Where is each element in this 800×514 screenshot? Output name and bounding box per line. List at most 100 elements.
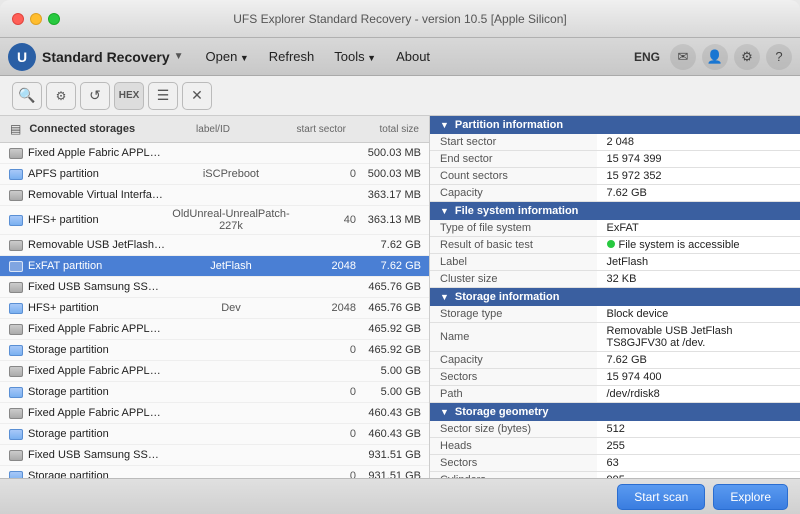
list-item[interactable]: Storage partition0931.51 GB bbox=[0, 466, 429, 478]
menu-about[interactable]: About bbox=[386, 45, 440, 68]
collapse-arrow: ▼ bbox=[440, 292, 449, 302]
item-sector: 0 bbox=[296, 344, 356, 356]
list-item[interactable]: Storage partition0465.92 GB bbox=[0, 340, 429, 361]
panel-header-title: Connected storages bbox=[29, 123, 140, 135]
list-item[interactable]: Fixed Apple Fabric APPLE SSD AP0512Q at … bbox=[0, 319, 429, 340]
item-size: 500.03 MB bbox=[356, 168, 421, 180]
row-value: ExFAT bbox=[597, 220, 800, 237]
info-table: Storage typeBlock deviceNameRemovable US… bbox=[430, 306, 800, 403]
logo-letter: U bbox=[17, 49, 27, 65]
explore-button[interactable]: Explore bbox=[713, 484, 788, 510]
section-header[interactable]: ▼Partition information bbox=[430, 116, 800, 134]
row-key: Sector size (bytes) bbox=[430, 421, 597, 438]
section-header[interactable]: ▼Storage geometry bbox=[430, 403, 800, 421]
menu-refresh[interactable]: Refresh bbox=[259, 45, 325, 68]
table-row: Sector size (bytes)512 bbox=[430, 421, 800, 438]
list-item[interactable]: Fixed USB Samsung SSD 860 EVO 1TB at /de… bbox=[0, 445, 429, 466]
list-item[interactable]: Removable USB JetFlash TS8GJFV30 at /dev… bbox=[0, 235, 429, 256]
table-row: Result of basic testFile system is acces… bbox=[430, 237, 800, 254]
collapse-arrow: ▼ bbox=[440, 206, 449, 216]
item-label: Dev bbox=[166, 302, 296, 314]
close-button[interactable] bbox=[12, 13, 24, 25]
app-name: Standard Recovery bbox=[42, 49, 170, 65]
row-value: 32 KB bbox=[597, 271, 800, 288]
language-selector[interactable]: ENG bbox=[634, 50, 660, 64]
section-title: Storage information bbox=[455, 291, 560, 303]
hdd-icon bbox=[8, 447, 24, 463]
row-value: 63 bbox=[597, 455, 800, 472]
window-title: UFS Explorer Standard Recovery - version… bbox=[233, 12, 567, 26]
menu-tools[interactable]: Tools bbox=[324, 45, 386, 68]
section-header[interactable]: ▼ Storage information bbox=[430, 288, 800, 306]
row-value: 7.62 GB bbox=[597, 352, 800, 369]
section-title: Partition information bbox=[455, 119, 563, 131]
table-row: Sectors15 974 400 bbox=[430, 369, 800, 386]
titlebar: UFS Explorer Standard Recovery - version… bbox=[0, 0, 800, 38]
left-panel: ▤ Connected storages label/ID start sect… bbox=[0, 116, 430, 478]
traffic-lights bbox=[0, 13, 60, 25]
close-toolbar-button[interactable]: ✕ bbox=[182, 82, 212, 110]
partition-icon bbox=[8, 342, 24, 358]
main-content: ▤ Connected storages label/ID start sect… bbox=[0, 116, 800, 478]
row-key: Type of file system bbox=[430, 220, 597, 237]
list-item[interactable]: Fixed Apple Fabric APPLE SSD AP0512Q at … bbox=[0, 361, 429, 382]
settings-icon-btn[interactable]: ⚙ bbox=[734, 44, 760, 70]
row-value: Block device bbox=[597, 306, 800, 323]
hex-label: HEX bbox=[119, 90, 140, 101]
storage-list-icon: ▤ bbox=[10, 122, 21, 136]
list-item[interactable]: APFS partitioniSCPreboot0500.03 MB bbox=[0, 164, 429, 185]
list-item[interactable]: Storage partition05.00 GB bbox=[0, 382, 429, 403]
section-header[interactable]: ▼File system information bbox=[430, 202, 800, 220]
info-section: ▼ Storage information Storage typeBlock de… bbox=[430, 288, 800, 403]
list-button[interactable]: ☰ bbox=[148, 82, 178, 110]
menu-open[interactable]: Open bbox=[196, 45, 259, 68]
refresh-icon: ↺ bbox=[89, 87, 101, 104]
refresh-button[interactable]: ↺ bbox=[80, 82, 110, 110]
hdd-icon bbox=[8, 405, 24, 421]
item-sector: 0 bbox=[296, 470, 356, 478]
row-key: Path bbox=[430, 386, 597, 403]
item-name: HFS+ partition bbox=[28, 302, 166, 314]
item-sector: 0 bbox=[296, 386, 356, 398]
hdd-icon bbox=[8, 321, 24, 337]
list-item[interactable]: ExFAT partitionJetFlash20487.62 GB bbox=[0, 256, 429, 277]
item-sector: 0 bbox=[296, 168, 356, 180]
search-button[interactable]: 🔍 bbox=[12, 82, 42, 110]
list-item[interactable]: HFS+ partitionOldUnreal-UnrealPatch-227k… bbox=[0, 206, 429, 235]
table-row: End sector15 974 399 bbox=[430, 151, 800, 168]
account-icon-btn[interactable]: 👤 bbox=[702, 44, 728, 70]
options-icon: ⚙ bbox=[56, 89, 67, 103]
list-item[interactable]: Fixed Apple Fabric APPLE SSD AP0512Q at … bbox=[0, 403, 429, 424]
minimize-button[interactable] bbox=[30, 13, 42, 25]
item-label: JetFlash bbox=[166, 260, 296, 272]
menubar: U Standard Recovery ▼ Open Refresh Tools… bbox=[0, 38, 800, 76]
list-item[interactable]: Storage partition0460.43 GB bbox=[0, 424, 429, 445]
item-label: OldUnreal-UnrealPatch-227k bbox=[166, 208, 296, 232]
start-scan-button[interactable]: Start scan bbox=[617, 484, 705, 510]
email-icon-btn[interactable]: ✉ bbox=[670, 44, 696, 70]
item-label: iSCPreboot bbox=[166, 168, 296, 180]
options-button[interactable]: ⚙ bbox=[46, 82, 76, 110]
info-section: ▼Partition informationStart sector2 048E… bbox=[430, 116, 800, 202]
partition-icon bbox=[8, 258, 24, 274]
list-item[interactable]: HFS+ partitionDev2048465.76 GB bbox=[0, 298, 429, 319]
help-icon-btn[interactable]: ? bbox=[766, 44, 792, 70]
list-item[interactable]: Fixed USB Samsung SSD 860 EVO 500G at /d… bbox=[0, 277, 429, 298]
item-sector: 2048 bbox=[296, 260, 356, 272]
row-value: 255 bbox=[597, 438, 800, 455]
maximize-button[interactable] bbox=[48, 13, 60, 25]
item-size: 363.13 MB bbox=[356, 214, 421, 226]
item-sector: 0 bbox=[296, 428, 356, 440]
table-row: Sectors63 bbox=[430, 455, 800, 472]
hex-button[interactable]: HEX bbox=[114, 82, 144, 110]
table-row: NameRemovable USB JetFlash TS8GJFV30 at … bbox=[430, 323, 800, 352]
row-key: Sectors bbox=[430, 455, 597, 472]
item-name: Fixed Apple Fabric APPLE SSD AP0512Q at … bbox=[28, 147, 166, 159]
person-icon: 👤 bbox=[707, 49, 723, 65]
list-item[interactable]: Fixed Apple Fabric APPLE SSD AP0512Q at … bbox=[0, 143, 429, 164]
item-name: Fixed Apple Fabric APPLE SSD AP0512Q at … bbox=[28, 365, 166, 377]
storage-list: Fixed Apple Fabric APPLE SSD AP0512Q at … bbox=[0, 143, 429, 478]
row-value: 2 048 bbox=[597, 134, 800, 151]
col-size: total size bbox=[354, 124, 419, 135]
list-item[interactable]: Removable Virtual Interface Apple Disk I… bbox=[0, 185, 429, 206]
